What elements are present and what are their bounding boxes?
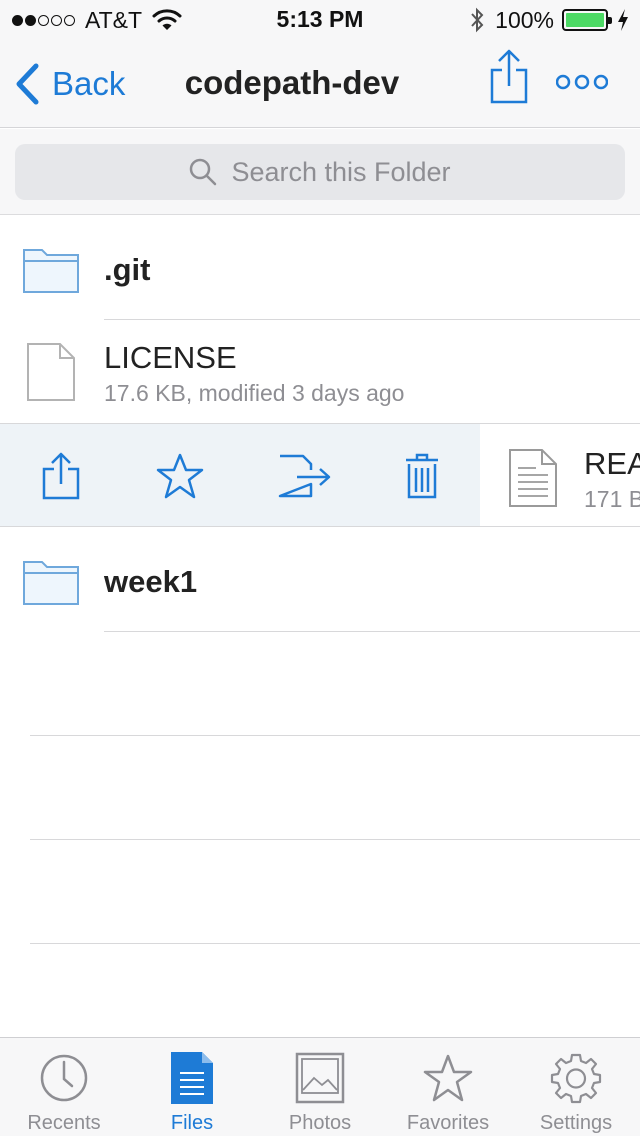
share-icon xyxy=(490,49,528,104)
file-subtitle: 171 B xyxy=(584,486,640,512)
search-area: Search this Folder xyxy=(0,129,640,215)
move-icon xyxy=(278,454,331,498)
files-icon xyxy=(171,1052,213,1104)
tab-icon-container xyxy=(512,1050,640,1106)
share-button[interactable] xyxy=(488,48,530,111)
empty-row-divider xyxy=(30,735,640,736)
folder-icon xyxy=(23,561,79,605)
clock-icon xyxy=(40,1054,88,1102)
tab-favorites[interactable]: Favorites xyxy=(384,1038,512,1136)
tab-photos[interactable]: Photos xyxy=(256,1038,384,1136)
tab-label: Files xyxy=(170,1112,214,1134)
swipe-move-button[interactable] xyxy=(277,450,333,502)
swipe-share-button[interactable] xyxy=(33,450,89,502)
battery-percent: 100% xyxy=(495,6,554,33)
swipe-delete-button[interactable] xyxy=(394,450,450,502)
more-button[interactable] xyxy=(555,72,609,97)
file-name: week1 xyxy=(104,564,198,599)
empty-row-divider xyxy=(30,943,640,944)
swiped-row-content: REA 171 B xyxy=(480,424,640,526)
photos-icon xyxy=(295,1052,345,1104)
tab-icon-container xyxy=(256,1050,384,1106)
star-icon xyxy=(156,453,204,499)
tab-label: Recents xyxy=(27,1112,101,1134)
empty-row-divider xyxy=(30,839,640,840)
swipe-favorite-button[interactable] xyxy=(152,450,208,502)
tab-label: Favorites xyxy=(406,1112,490,1134)
tab-settings[interactable]: Settings xyxy=(512,1038,640,1136)
charging-bolt-icon xyxy=(618,9,628,31)
tab-icon-container xyxy=(128,1050,256,1106)
trash-icon xyxy=(406,453,438,499)
search-placeholder: Search this Folder xyxy=(231,156,451,187)
file-icon xyxy=(27,343,75,401)
document-icon xyxy=(509,449,557,507)
search-input[interactable]: Search this Folder xyxy=(15,144,625,200)
list-item-readme-swiped[interactable]: REA 171 B xyxy=(0,423,640,527)
swipe-actions xyxy=(0,424,480,526)
gear-icon xyxy=(550,1053,602,1104)
file-name: REA xyxy=(584,446,640,481)
tab-label: Settings xyxy=(539,1112,613,1134)
list-item-license[interactable]: LICENSE 17.6 KB, modified 3 days ago xyxy=(0,320,640,423)
list-item-git[interactable]: .git xyxy=(0,216,640,320)
tab-bar: Recents Files Photos Favorites Settings xyxy=(0,1037,640,1136)
folder-icon xyxy=(23,249,79,293)
navigation-bar: Back codepath-dev xyxy=(0,40,640,128)
tab-icon-container xyxy=(384,1050,512,1106)
star-icon xyxy=(423,1054,473,1102)
tab-icon-container xyxy=(0,1050,128,1106)
bluetooth-icon xyxy=(471,7,484,33)
row-divider xyxy=(104,631,640,632)
search-icon xyxy=(190,158,217,186)
tab-label: Photos xyxy=(288,1112,352,1134)
tab-files[interactable]: Files xyxy=(128,1038,256,1136)
file-subtitle: 17.6 KB, modified 3 days ago xyxy=(104,380,405,406)
share-icon xyxy=(42,452,80,500)
status-right: 100% xyxy=(469,6,630,34)
status-bar: AT&T 5:13 PM 100% xyxy=(0,0,640,40)
battery-icon xyxy=(562,9,612,31)
more-icon xyxy=(555,74,609,90)
list-item-week1[interactable]: week1 xyxy=(0,528,640,632)
file-name: LICENSE xyxy=(104,340,237,375)
tab-recents[interactable]: Recents xyxy=(0,1038,128,1136)
file-name: .git xyxy=(104,252,151,287)
